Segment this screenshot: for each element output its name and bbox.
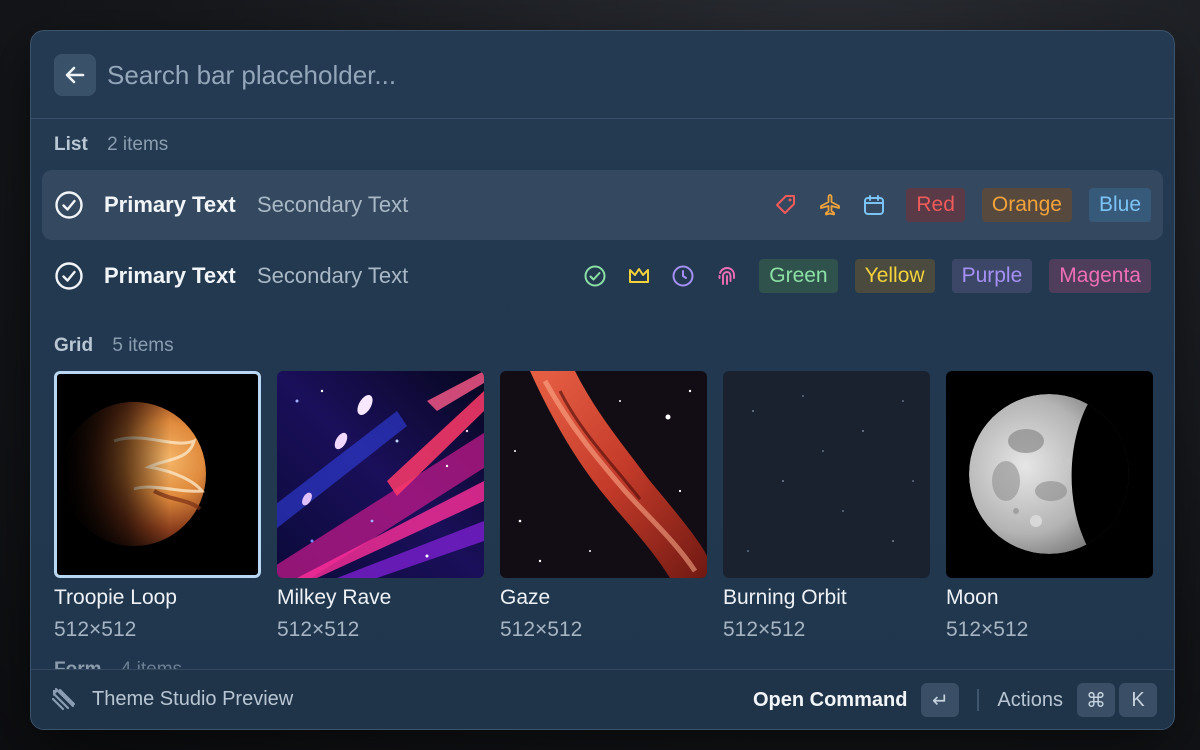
grid-item-image bbox=[277, 371, 484, 578]
grid-item[interactable]: Gaze 512×512 bbox=[500, 371, 707, 642]
check-circle-icon bbox=[55, 191, 83, 219]
divider bbox=[977, 689, 980, 711]
grid-item-image bbox=[500, 371, 707, 578]
calendar-icon bbox=[862, 193, 886, 217]
grid-item[interactable]: Milkey Rave 512×512 bbox=[277, 371, 484, 642]
grid-item[interactable]: Moon 512×512 bbox=[946, 371, 1153, 642]
starfield-image bbox=[723, 371, 930, 578]
grid-item[interactable]: Troopie Loop 512×512 bbox=[54, 371, 261, 642]
grid-item-image bbox=[723, 371, 930, 578]
list-section-header: List 2 items bbox=[54, 134, 168, 156]
grid-section-header: Grid 5 items bbox=[54, 335, 174, 357]
grid-item-subtitle: 512×512 bbox=[277, 618, 360, 641]
command-key-icon: ⌘ bbox=[1077, 683, 1115, 717]
k-key: K bbox=[1119, 683, 1157, 717]
grid-item-title: Milkey Rave bbox=[277, 586, 392, 609]
open-command-button[interactable]: Open Command bbox=[753, 689, 907, 712]
list-item-title: Primary Text bbox=[104, 192, 236, 217]
grid-item[interactable]: Burning Orbit 512×512 bbox=[723, 371, 930, 642]
list-item-accessories: Green Yellow Purple Magenta bbox=[583, 241, 1151, 311]
grid-item-image bbox=[54, 371, 261, 578]
grid-item-title: Troopie Loop bbox=[54, 586, 177, 609]
list-item-subtitle: Secondary Text bbox=[257, 192, 409, 217]
tag-blue: Blue bbox=[1088, 188, 1151, 222]
list-item-accessories: Red Orange Blue bbox=[774, 170, 1151, 240]
search-input[interactable] bbox=[107, 55, 807, 95]
section-count: 5 items bbox=[112, 335, 174, 356]
clock-icon bbox=[671, 264, 695, 288]
tag-purple: Purple bbox=[951, 259, 1033, 293]
footer-title: Theme Studio Preview bbox=[92, 688, 294, 710]
section-title: List bbox=[54, 134, 88, 155]
grid-item-image bbox=[946, 371, 1153, 578]
grid-item-subtitle: 512×512 bbox=[723, 618, 806, 641]
tag-magenta: Magenta bbox=[1049, 259, 1151, 293]
list-item-title: Primary Text bbox=[104, 263, 236, 288]
planet-image bbox=[54, 371, 261, 578]
section-count: 2 items bbox=[107, 134, 169, 155]
crown-icon bbox=[627, 264, 651, 288]
abstract-streaks-image bbox=[277, 371, 484, 578]
footer-bar: Theme Studio Preview Open Command ↵ Acti… bbox=[31, 669, 1174, 729]
footer-actions: Open Command ↵ Actions ⌘ K bbox=[753, 670, 1157, 729]
back-button[interactable] bbox=[54, 54, 96, 96]
grid-item-subtitle: 512×512 bbox=[946, 618, 1029, 641]
fingerprint-icon bbox=[715, 264, 739, 288]
grid-item-subtitle: 512×512 bbox=[500, 618, 583, 641]
check-circle-icon bbox=[583, 264, 607, 288]
grid-item-title: Gaze bbox=[500, 586, 551, 609]
grid-item-title: Burning Orbit bbox=[723, 586, 847, 609]
airplane-icon bbox=[818, 193, 842, 217]
grid-item-subtitle: 512×512 bbox=[54, 618, 137, 641]
search-bar bbox=[31, 31, 1174, 119]
command-palette-window: List 2 items Primary Text Secondary Text… bbox=[30, 30, 1175, 730]
actions-button[interactable]: Actions bbox=[997, 689, 1063, 712]
list-item[interactable]: Primary Text Secondary Text Red Orange B… bbox=[42, 170, 1163, 240]
enter-key-icon: ↵ bbox=[921, 683, 960, 717]
grid-item-title: Moon bbox=[946, 586, 999, 609]
check-circle-icon bbox=[55, 262, 83, 290]
tag-red: Red bbox=[906, 188, 965, 222]
moon-image bbox=[946, 371, 1153, 578]
tag-icon bbox=[774, 193, 798, 217]
tag-green: Green bbox=[759, 259, 838, 293]
arrow-left-icon bbox=[65, 66, 85, 84]
nebula-image bbox=[500, 371, 707, 578]
section-title: Grid bbox=[54, 335, 94, 356]
list-item-subtitle: Secondary Text bbox=[257, 263, 409, 288]
tag-yellow: Yellow bbox=[854, 259, 935, 293]
theme-studio-logo-icon bbox=[51, 687, 76, 711]
tag-orange: Orange bbox=[981, 188, 1072, 222]
list-item[interactable]: Primary Text Secondary Text Green Yellow… bbox=[42, 241, 1163, 311]
